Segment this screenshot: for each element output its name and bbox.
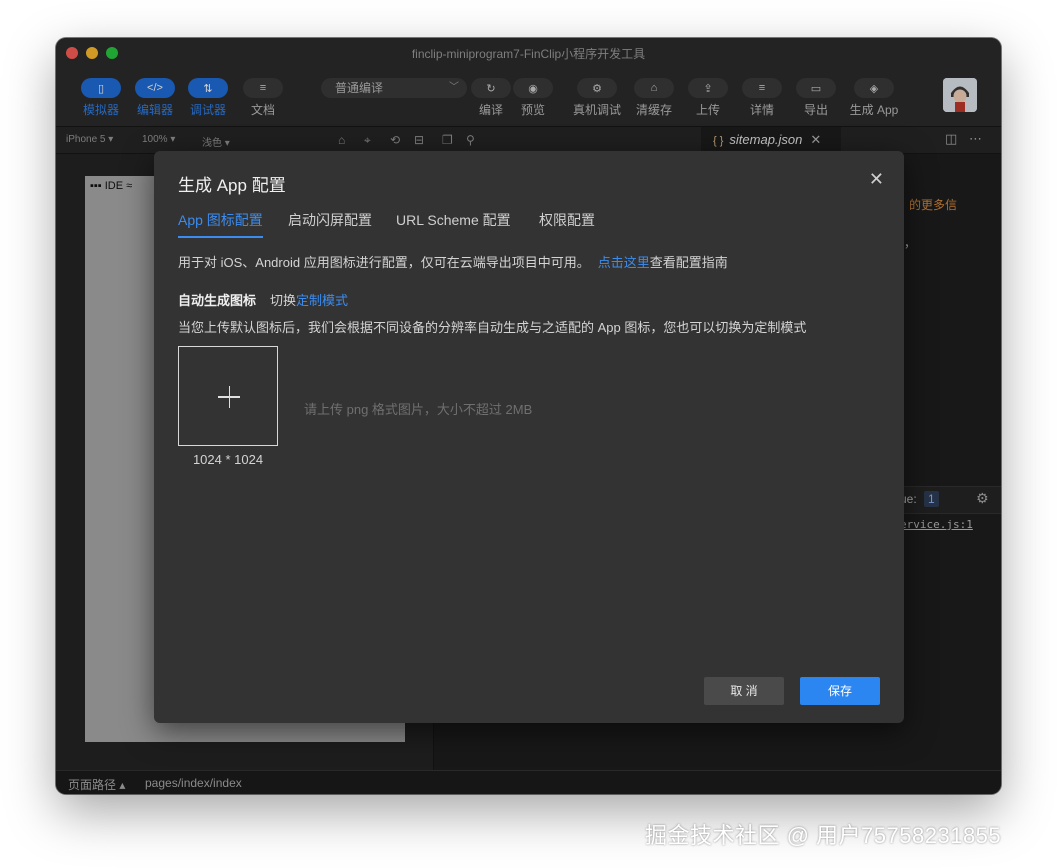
description-suffix: 查看配置指南 xyxy=(649,255,728,270)
dialog-title: 生成 App 配置 xyxy=(178,176,286,195)
icon-size-label: 1024 * 1024 xyxy=(192,452,264,467)
cancel-button[interactable]: 取 消 xyxy=(704,677,784,705)
section-description: 当您上传默认图标后，我们会根据不同设备的分辨率自动生成与之适配的 App 图标，… xyxy=(178,320,807,335)
ide-window: finclip-miniprogram7-FinClip小程序开发工具 ▯ 模拟… xyxy=(56,38,1001,794)
switch-prefix: 切换 xyxy=(270,293,297,308)
upload-hint: 请上传 png 格式图片，大小不超过 2MB xyxy=(304,402,533,417)
section-title: 自动生成图标 xyxy=(178,293,257,308)
config-description: 用于对 iOS、Android 应用图标进行配置，仅可在云端导出项目中可用。 点击… xyxy=(178,252,728,271)
save-button[interactable]: 保存 xyxy=(800,677,880,705)
tab-url-scheme-config[interactable]: URL Scheme 配置 xyxy=(396,210,511,236)
watermark: 掘金技术社区 @ 用户75758231855 xyxy=(645,823,1002,848)
custom-mode-link[interactable]: 定制模式 xyxy=(296,293,348,308)
guide-link[interactable]: 点击这里 xyxy=(598,255,650,270)
section-header: 自动生成图标 切换定制模式 xyxy=(178,290,348,309)
tab-permission-config[interactable]: 权限配置 xyxy=(539,210,595,236)
tab-splash-config[interactable]: 启动闪屏配置 xyxy=(288,210,372,236)
switch-mode: 切换定制模式 xyxy=(270,293,348,308)
description-text: 用于对 iOS、Android 应用图标进行配置，仅可在云端导出项目中可用。 xyxy=(178,255,590,270)
tab-app-icon-config[interactable]: App 图标配置 xyxy=(178,210,263,238)
plus-icon-vertical xyxy=(228,386,230,408)
close-icon[interactable]: ✕ xyxy=(869,169,884,190)
generate-app-dialog: 生成 App 配置 ✕ App 图标配置 启动闪屏配置 URL Scheme 配… xyxy=(154,151,904,723)
icon-upload-box[interactable] xyxy=(178,346,278,446)
